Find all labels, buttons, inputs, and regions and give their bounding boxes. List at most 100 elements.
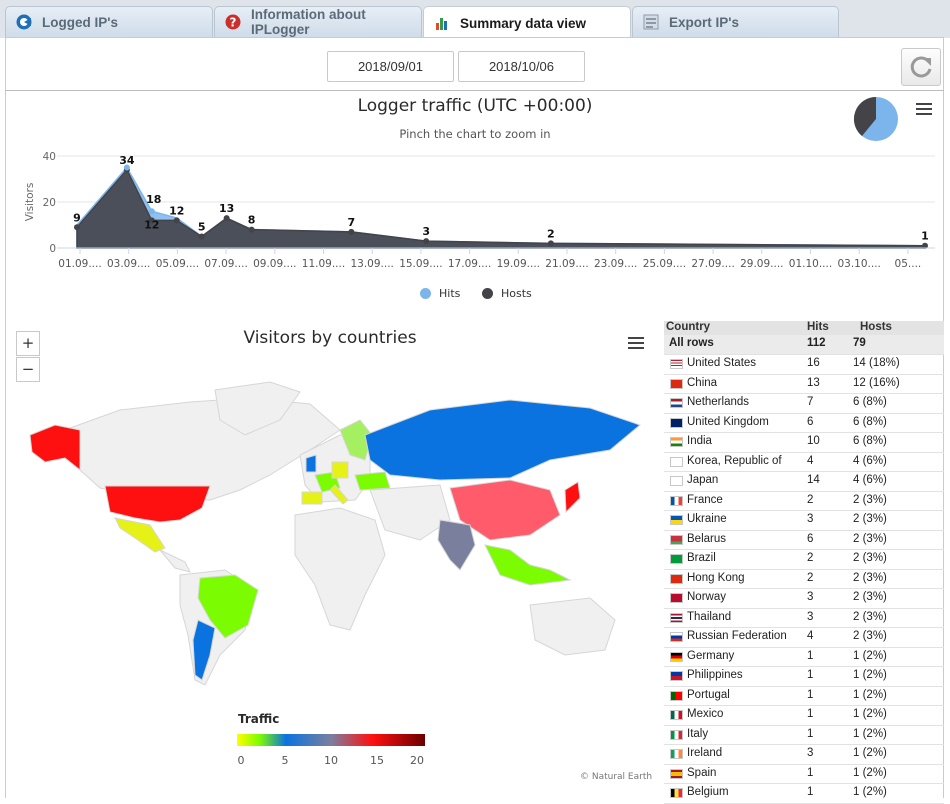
country-hosts: 1 (2%) [853,747,887,759]
table-row[interactable]: Hong Kong 2 2 (3%) [664,570,944,589]
table-row[interactable]: Norway 3 2 (3%) [664,589,944,609]
map-menu-icon[interactable] [628,337,644,349]
data-point [173,217,180,224]
x-tick-label: 03.09.... [107,258,150,270]
tab-information[interactable]: ? Information about IPLogger [214,6,422,37]
flag-icon [670,476,683,486]
pie-chart-icon[interactable] [851,96,901,144]
country-hosts: 14 (18%) [853,357,900,369]
country-hosts: 4 (6%) [853,474,887,486]
country-hosts: 1 (2%) [853,708,887,720]
x-tick-label: 25.09.... [643,258,686,270]
table-row[interactable]: Belarus 6 2 (3%) [664,531,944,550]
country-hosts: 4 (6%) [853,454,887,467]
table-row[interactable]: Ireland 3 1 (2%) [664,745,944,765]
date-to-input[interactable]: 2018/10/06 [458,51,585,82]
table-row[interactable]: Russian Federation 4 2 (3%) [664,628,944,648]
country-hits: 10 [807,435,820,447]
country-name: Norway [687,591,726,603]
tab-export[interactable]: Export IP's [632,6,839,37]
table-row[interactable]: Belgium 1 1 (2%) [664,784,944,804]
header-country[interactable]: Country [666,321,710,333]
legend-hosts[interactable]: Hosts [482,287,532,300]
zoom-out-button[interactable]: − [16,357,40,382]
table-row[interactable]: Italy 1 1 (2%) [664,726,944,745]
country-name: Thailand [687,610,732,623]
country-hits: 1 [807,708,814,720]
table-row[interactable]: Spain 1 1 (2%) [664,765,944,784]
country-name: Philippines [687,669,743,681]
data-label: 5 [198,221,206,234]
table-row[interactable]: Thailand 3 2 (3%) [664,609,944,628]
country-hits: 7 [807,396,814,408]
table-row[interactable]: France 2 2 (3%) [664,492,944,511]
table-row[interactable]: India 10 6 (8%) [664,433,944,453]
table-total-row[interactable]: All rows 112 79 [664,335,944,355]
map-region-southeast-asia [484,544,572,586]
country-name: Ireland [687,747,723,759]
country-hits: 2 [807,571,814,584]
country-name: Japan [687,474,719,486]
data-label: 12 [169,204,184,217]
country-hosts: 1 (2%) [853,766,887,779]
refresh-button[interactable] [901,48,941,86]
legend-hosts-marker [482,288,493,299]
tab-label: Summary data view [460,15,587,31]
date-from-input[interactable]: 2018/09/01 [327,51,454,82]
refresh-icon [910,56,932,78]
country-name: India [687,435,712,447]
country-name: Belgium [687,786,729,798]
table-row[interactable]: United States 16 14 (18%) [664,355,944,375]
country-hits: 6 [807,532,814,545]
table-row[interactable]: Ukraine 3 2 (3%) [664,511,944,531]
x-tick-label: 29.09.... [740,258,783,270]
map-region-india [437,519,476,571]
country-hits: 1 [807,727,814,740]
map-region-usa [104,485,211,523]
flag-icon [670,749,683,759]
traffic-menu-icon[interactable] [916,103,932,115]
table-row[interactable]: China 13 12 (16%) [664,375,944,394]
table-row[interactable]: Brazil 2 2 (3%) [664,550,944,570]
tab-summary[interactable]: Summary data view [423,6,631,39]
traffic-chart[interactable]: 0 20 40 Visitors 9 34 18 12 12 5 13 8 7 3 2 1 01.09.... 0… [0,140,950,280]
country-hosts: 2 (3%) [853,630,887,642]
table-row[interactable]: Japan 14 4 (6%) [664,472,944,492]
header-hosts[interactable]: Hosts [860,321,892,333]
data-label: 34 [119,154,135,167]
country-hosts: 2 (3%) [853,552,887,564]
table-row[interactable]: United Kingdom 6 6 (8%) [664,414,944,433]
y-tick-label: 0 [49,243,56,255]
country-hosts: 2 (3%) [853,571,887,584]
table-row[interactable]: Germany 1 1 (2%) [664,648,944,667]
flag-icon [670,651,683,662]
country-name: Netherlands [687,396,750,408]
world-map[interactable] [10,380,660,700]
y-tick-label: 20 [43,197,56,209]
table-row[interactable]: Korea, Republic of 4 4 (6%) [664,453,944,472]
scale-tick: 20 [410,754,424,767]
flag-icon [670,515,683,525]
table-row[interactable]: Portugal 1 1 (2%) [664,687,944,706]
y-axis-label: Visitors [24,183,36,222]
flag-icon [670,456,683,467]
table-row[interactable]: Philippines 1 1 (2%) [664,667,944,687]
flag-icon [670,378,683,389]
country-hits: 6 [807,415,814,428]
header-hits[interactable]: Hits [807,321,829,333]
tab-logged-ips[interactable]: Logged IP's [5,6,213,37]
country-name: Italy [687,727,709,740]
country-table: Country Hits Hosts All rows 112 79 Unite… [664,321,944,804]
data-label: 18 [146,193,161,206]
country-hosts: 2 (3%) [853,591,887,603]
legend-hits-label: Hits [439,287,461,300]
map-region-north-america [69,397,341,501]
table-row[interactable]: Netherlands 7 6 (8%) [664,394,944,414]
map-region-middle-east [369,484,451,541]
country-hits: 1 [807,669,814,681]
total-label: All rows [669,337,714,349]
legend-hits[interactable]: Hits [420,287,460,300]
tab-label: Logged IP's [42,14,118,30]
info-icon: ? [225,14,241,30]
table-row[interactable]: Mexico 1 1 (2%) [664,706,944,726]
